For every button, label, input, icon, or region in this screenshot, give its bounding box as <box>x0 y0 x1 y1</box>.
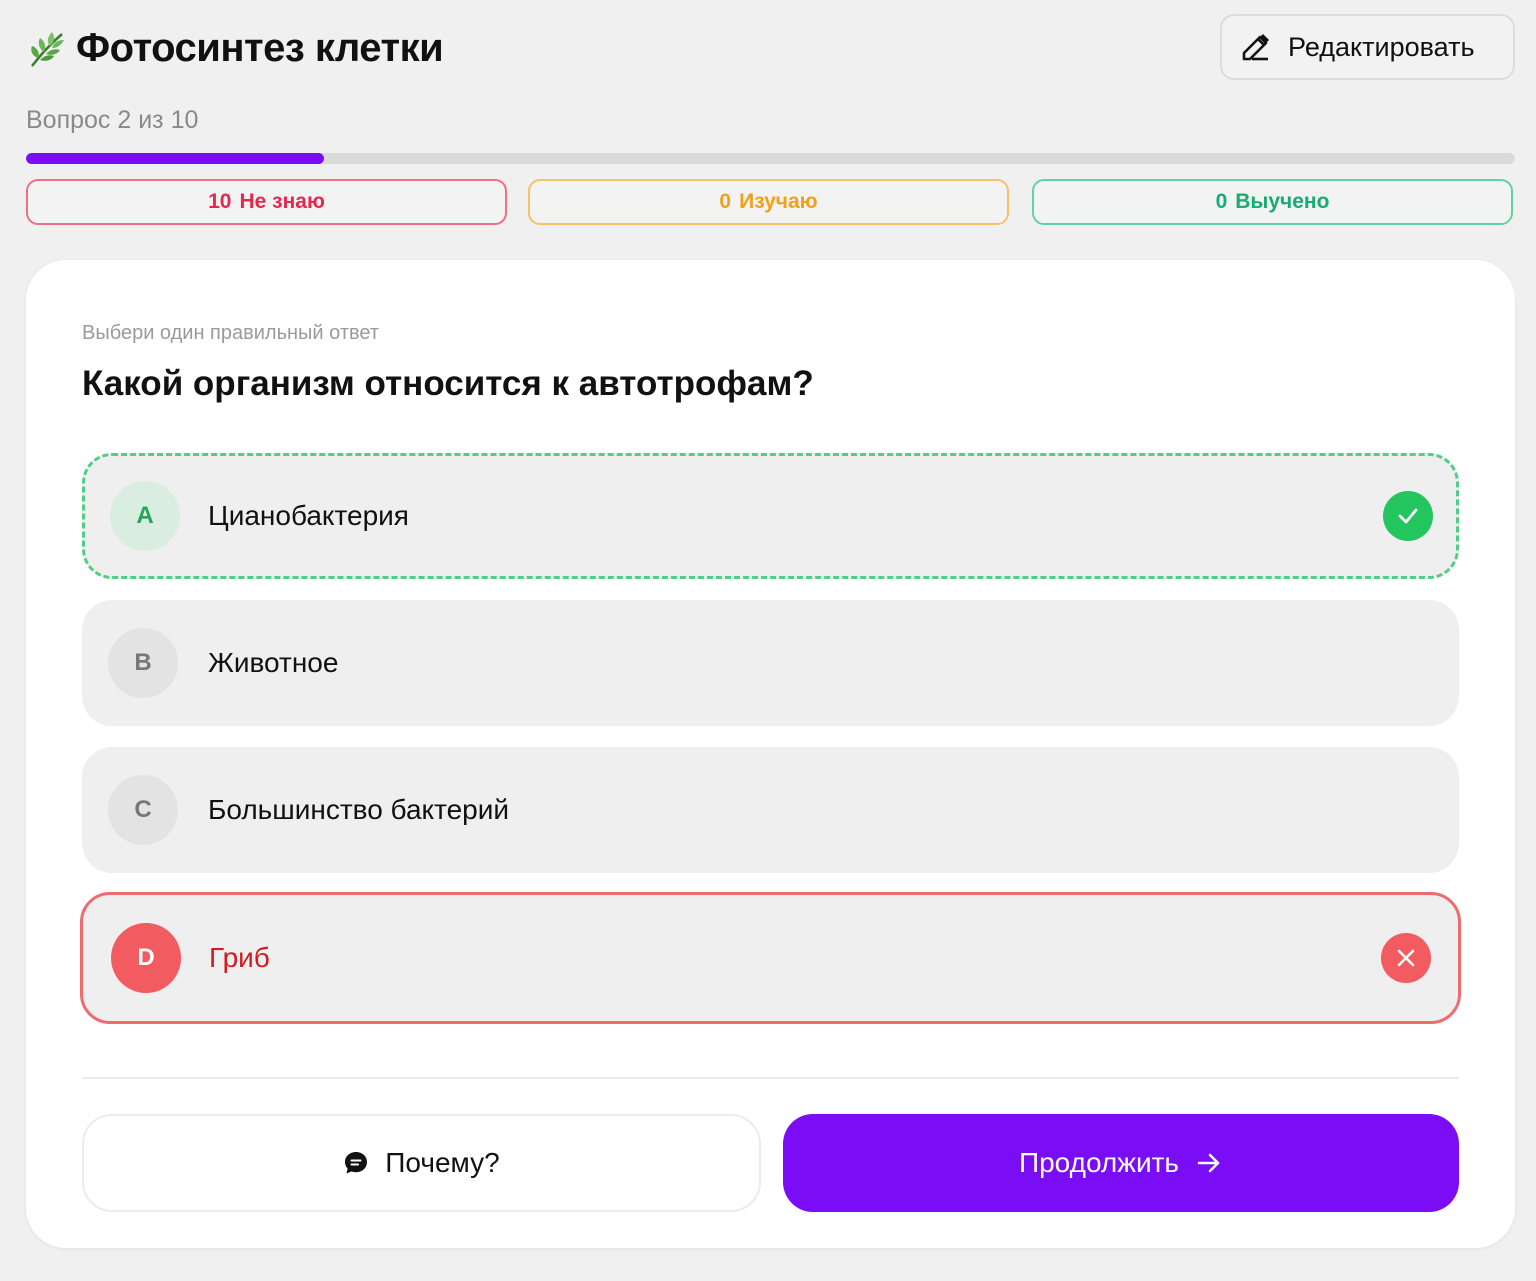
progress-text: Вопрос 2 из 10 <box>26 106 199 134</box>
option-letter: D <box>111 923 181 993</box>
stat-learned-count: 0 <box>1215 190 1228 213</box>
why-button[interactable]: Почему? <box>82 1114 761 1212</box>
stat-learned-button[interactable]: 0 Выучено <box>1032 179 1513 225</box>
question-hint: Выбери один правильный ответ <box>82 322 380 344</box>
progress-bar-fill <box>26 153 324 164</box>
leaf-icon <box>31 32 64 67</box>
answer-option-a[interactable]: A Цианобактерия <box>82 453 1459 579</box>
answer-option-c[interactable]: C Большинство бактерий <box>82 747 1459 873</box>
stat-learning-button[interactable]: 0 Изучаю <box>528 179 1009 225</box>
edit-button[interactable]: Редактировать <box>1220 14 1515 80</box>
option-letter: B <box>108 628 178 698</box>
edit-button-label: Редактировать <box>1288 31 1475 62</box>
question-card: Выбери один правильный ответ Какой орган… <box>26 260 1515 1248</box>
option-text: Большинство бактерий <box>208 794 510 825</box>
header: Фотосинтез клетки Редактировать <box>26 14 1515 82</box>
close-icon <box>1381 933 1431 983</box>
pencil-icon <box>1242 34 1269 61</box>
option-letter: C <box>108 775 178 845</box>
stat-learning-label: Изучаю <box>739 190 818 213</box>
stat-unknown-label: Не знаю <box>239 190 325 213</box>
stat-learning-count: 0 <box>719 190 732 213</box>
why-button-label: Почему? <box>385 1147 500 1178</box>
stat-unknown-count: 10 <box>208 190 232 213</box>
option-letter: A <box>110 481 180 551</box>
stat-unknown-button[interactable]: 10 Не знаю <box>26 179 507 225</box>
continue-button-label: Продолжить <box>1018 1147 1180 1178</box>
page-title: Фотосинтез клетки <box>76 26 444 70</box>
option-text: Животное <box>208 647 339 678</box>
option-text: Цианобактерия <box>208 500 409 531</box>
continue-button[interactable]: Продолжить <box>783 1114 1459 1212</box>
answer-option-d[interactable]: D Гриб <box>80 892 1461 1024</box>
answer-option-b[interactable]: B Животное <box>82 600 1459 726</box>
question-text: Какой организм относится к автотрофам? <box>82 364 814 403</box>
stat-learned-label: Выучено <box>1235 190 1330 213</box>
check-icon <box>1383 491 1433 541</box>
arrow-right-icon <box>1197 1153 1220 1173</box>
option-text: Гриб <box>209 942 270 973</box>
chat-bubble-icon <box>345 1152 368 1174</box>
progress-bar <box>26 153 1515 164</box>
divider <box>82 1077 1459 1079</box>
